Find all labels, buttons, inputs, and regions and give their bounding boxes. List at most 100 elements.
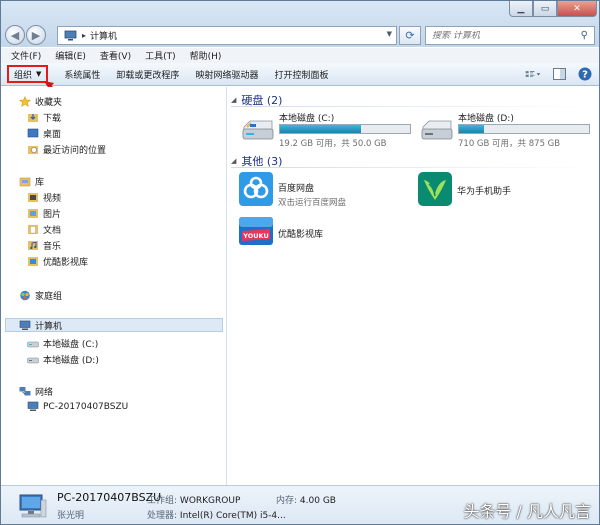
content-pane: ◢ 硬盘 (2) 本地磁盘 (C:) 19.2 GB 可用，共 50.0 GB (229, 87, 599, 485)
map-network-drive-button[interactable]: 映射网络驱动器 (187, 65, 266, 84)
drive-d-tile[interactable]: 本地磁盘 (D:) 710 GB 可用，共 875 GB (412, 111, 592, 151)
youku-library-tile[interactable]: YOUKU 优酷影视库 (239, 213, 323, 247)
workgroup-value: WORKGROUP (179, 496, 241, 506)
details-pc-name: PC-20170407BSZU (57, 491, 162, 504)
nav-network-label: 网络 (35, 388, 54, 398)
window-controls: ▁ ▭ ✕ (509, 1, 597, 18)
nav-item-music[interactable]: 音乐 (27, 239, 61, 252)
drive-icon (27, 341, 39, 348)
baidu-netdisk-icon (239, 172, 273, 206)
nav-libraries-label: 库 (35, 178, 45, 188)
pictures-icon (28, 209, 38, 218)
network-icon (19, 387, 31, 396)
minimize-button[interactable]: ▁ (509, 1, 533, 17)
drive-usage-bar (458, 124, 590, 134)
computer-icon (27, 401, 39, 411)
other-group-header[interactable]: ◢ 其他 (3) (231, 153, 591, 169)
menu-tools[interactable]: 工具(T) (145, 49, 176, 62)
nav-item-videos[interactable]: 视频 (27, 191, 61, 204)
drive-usage-bar (279, 124, 411, 134)
breadcrumb-computer[interactable]: 计算机 (90, 29, 117, 42)
recent-places-icon (28, 146, 38, 154)
youku-library-icon (28, 257, 38, 266)
music-icon (28, 241, 38, 250)
nav-item-pictures[interactable]: 图片 (27, 207, 61, 220)
preview-pane-icon (552, 68, 566, 80)
nav-item-drive-c[interactable]: 本地磁盘 (C:) (27, 337, 98, 350)
nav-network[interactable]: 网络 (19, 385, 53, 398)
menu-file[interactable]: 文件(F) (11, 49, 41, 62)
download-folder-icon (28, 114, 38, 122)
drive-c-tile[interactable]: 本地磁盘 (C:) 19.2 GB 可用，共 50.0 GB (233, 111, 413, 151)
star-icon (19, 96, 31, 107)
forward-arrow-icon: ▶ (31, 28, 41, 42)
drive-free-space: 19.2 GB 可用，共 50.0 GB (279, 139, 387, 149)
nav-favorites[interactable]: 收藏夹 (19, 95, 62, 108)
drives-group-header[interactable]: ◢ 硬盘 (2) (231, 92, 591, 108)
view-controls: ? (525, 66, 593, 82)
details-user: 张光明 (57, 511, 85, 521)
nav-item-documents[interactable]: 文档 (27, 223, 61, 236)
nav-item-desktop[interactable]: 桌面 (27, 127, 61, 140)
help-icon: ? (578, 67, 592, 81)
organize-label: 组织 (14, 70, 33, 81)
huawei-assistant-icon (418, 172, 452, 206)
close-button[interactable]: ✕ (557, 1, 597, 17)
computer-large-icon (19, 494, 47, 518)
back-arrow-icon: ◀ (10, 28, 20, 42)
address-bar[interactable]: ▸ 计算机 ▼ (57, 26, 397, 45)
drive-free-space: 710 GB 可用，共 875 GB (458, 139, 561, 149)
nav-item-label: 文档 (43, 226, 62, 236)
preview-pane-button[interactable] (551, 66, 567, 82)
breadcrumb-separator: ▸ (82, 31, 87, 40)
drive-usage-fill (459, 125, 484, 133)
nav-item-youku-library[interactable]: 优酷影视库 (27, 255, 88, 268)
maximize-icon: ▭ (540, 3, 550, 14)
search-input[interactable] (432, 30, 572, 41)
nav-libraries[interactable]: 库 (19, 175, 44, 188)
youku-library-icon: YOUKU (239, 217, 273, 245)
nav-item-recent-places[interactable]: 最近访问的位置 (27, 143, 106, 156)
search-box[interactable]: ⚲ (425, 26, 595, 45)
address-dropdown-icon[interactable]: ▼ (387, 30, 392, 38)
nav-homegroup[interactable]: 家庭组 (19, 289, 62, 302)
close-icon: ✕ (573, 3, 581, 14)
homegroup-icon (20, 290, 30, 301)
nav-computer[interactable]: 计算机 (5, 318, 223, 332)
nav-item-label: 音乐 (43, 242, 62, 252)
computer-icon (19, 320, 31, 330)
change-view-button[interactable] (525, 66, 541, 82)
collapse-triangle-icon: ◢ (231, 157, 237, 165)
menu-view[interactable]: 查看(V) (100, 49, 131, 62)
nav-computer-label: 计算机 (35, 321, 63, 332)
uninstall-program-button[interactable]: 卸载或更改程序 (108, 65, 187, 84)
app-name: 百度网盘 (278, 184, 315, 194)
library-icon (19, 177, 31, 187)
hard-drive-icon (421, 120, 453, 140)
nav-homegroup-label: 家庭组 (35, 292, 63, 302)
maximize-button[interactable]: ▭ (533, 1, 557, 17)
hard-drive-icon (242, 120, 274, 140)
huawei-assistant-tile[interactable]: 华为手机助手 (418, 172, 511, 206)
svg-text:?: ? (582, 70, 588, 81)
app-text: 华为手机助手 (457, 184, 511, 197)
forward-button[interactable]: ▶ (26, 25, 46, 45)
nav-item-network-pc[interactable]: PC-20170407BSZU (27, 401, 128, 412)
menu-help[interactable]: 帮助(H) (190, 49, 222, 62)
open-control-panel-button[interactable]: 打开控制面板 (266, 65, 336, 84)
title-bar: ▁ ▭ ✕ ◀ ▶ ▸ 计算机 ▼ ⟳ ⚲ (1, 1, 599, 47)
memory-label: 内存: (276, 496, 298, 506)
video-icon (28, 193, 38, 202)
help-button[interactable]: ? (577, 66, 593, 82)
baidu-netdisk-tile[interactable]: 百度网盘 双击运行百度网盘 (239, 172, 346, 208)
explorer-window: ▁ ▭ ✕ ◀ ▶ ▸ 计算机 ▼ ⟳ ⚲ 文件(F) 编辑(E) 查看(V) … (0, 0, 600, 525)
nav-item-drive-d[interactable]: 本地磁盘 (D:) (27, 353, 99, 366)
search-icon[interactable]: ⚲ (581, 30, 588, 41)
nav-item-downloads[interactable]: 下载 (27, 111, 61, 124)
menu-edit[interactable]: 编辑(E) (55, 49, 86, 62)
refresh-button[interactable]: ⟳ (399, 26, 421, 45)
nav-item-label: 本地磁盘 (C:) (43, 340, 99, 350)
cpu-label: 处理器: (147, 511, 178, 521)
cpu-value: Intel(R) Core(TM) i5-4... (179, 511, 286, 521)
back-button[interactable]: ◀ (5, 25, 25, 45)
